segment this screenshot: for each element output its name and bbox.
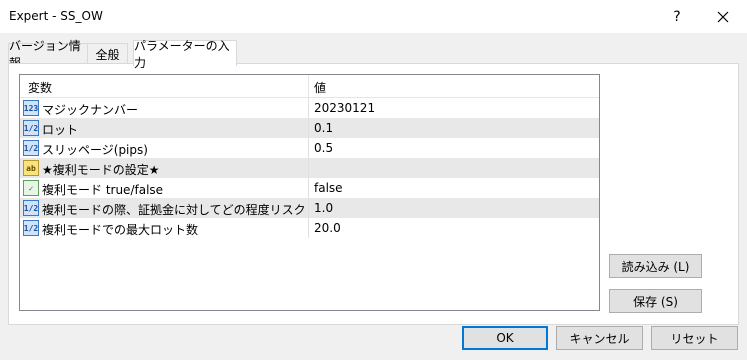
tab-strip: バージョン情報 全般 パラメーターの入力	[0, 33, 747, 70]
cancel-button[interactable]: キャンセル	[556, 326, 643, 350]
table-row[interactable]: 123 マジックナンバー 20230121	[20, 98, 599, 118]
save-button[interactable]: 保存 (S)	[609, 289, 702, 313]
table-row[interactable]: 1/2 スリッページ(pips) 0.5	[20, 138, 599, 158]
reset-button[interactable]: リセット	[651, 326, 738, 350]
tab-version-info[interactable]: バージョン情報	[8, 39, 88, 70]
param-name: 複利モードの際、証拠金に対してどの程度リスク(%)を・..	[42, 203, 306, 217]
param-value[interactable]: 1.0	[314, 201, 333, 215]
param-name: ★複利モードの設定★	[42, 163, 160, 177]
param-name: マジックナンバー	[42, 103, 139, 117]
double-icon: 1/2	[23, 140, 39, 156]
table-row[interactable]: ab ★複利モードの設定★	[20, 158, 599, 178]
double-icon: 1/2	[23, 120, 39, 136]
header-variable[interactable]: 変数	[28, 79, 52, 96]
param-name: ロット	[42, 123, 79, 137]
double-icon: 1/2	[23, 200, 39, 216]
parameters-panel: 変数 値 123 マジックナンバー 20230121 1/2 ロット 0.1 1…	[8, 63, 739, 325]
table-row[interactable]: 1/2 複利モードの際、証拠金に対してどの程度リスク(%)を・.. 1.0	[20, 198, 599, 218]
param-name: 複利モード true/false	[42, 183, 164, 197]
column-divider	[308, 158, 309, 178]
header-value[interactable]: 値	[314, 79, 326, 96]
bool-icon: ✓	[23, 180, 39, 196]
param-name: スリッページ(pips)	[42, 143, 148, 157]
parameters-grid: 変数 値 123 マジックナンバー 20230121 1/2 ロット 0.1 1…	[19, 74, 600, 311]
param-value[interactable]: 20230121	[314, 101, 375, 115]
title-bar: Expert - SS_OW ?	[0, 0, 747, 33]
load-button[interactable]: 読み込み (L)	[609, 254, 702, 278]
help-button[interactable]: ?	[654, 0, 700, 33]
column-divider	[308, 178, 309, 198]
column-divider	[308, 198, 309, 218]
table-row[interactable]: 1/2 ロット 0.1	[20, 118, 599, 138]
ok-button[interactable]: OK	[462, 326, 548, 350]
tab-parameters[interactable]: パラメーターの入力	[133, 39, 237, 70]
param-value[interactable]: 0.1	[314, 121, 333, 135]
column-divider	[308, 118, 309, 138]
table-row[interactable]: 1/2 複利モードでの最大ロット数 20.0	[20, 218, 599, 238]
column-divider	[308, 98, 309, 118]
param-name: 複利モードでの最大ロット数	[42, 223, 199, 237]
column-divider	[308, 138, 309, 158]
grid-header: 変数 値	[20, 75, 599, 98]
close-button[interactable]	[700, 0, 746, 33]
table-row[interactable]: ✓ 複利モード true/false false	[20, 178, 599, 198]
double-icon: 1/2	[23, 220, 39, 236]
param-value[interactable]: 20.0	[314, 221, 341, 235]
integer-icon: 123	[23, 100, 39, 116]
string-icon: ab	[23, 160, 39, 176]
column-divider	[308, 218, 309, 238]
header-divider[interactable]	[308, 75, 309, 97]
window-title: Expert - SS_OW	[9, 9, 103, 23]
tab-general[interactable]: 全般	[87, 43, 128, 64]
param-value[interactable]: false	[314, 181, 343, 195]
close-icon	[717, 11, 729, 22]
param-value[interactable]: 0.5	[314, 141, 333, 155]
